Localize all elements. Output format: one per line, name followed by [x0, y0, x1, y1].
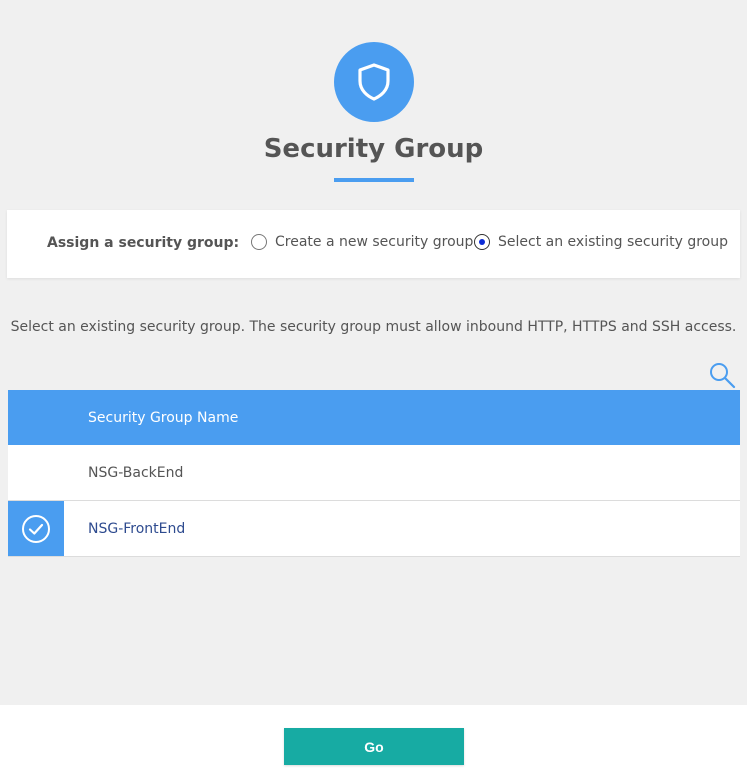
shield-icon [334, 42, 414, 122]
radio-button-select-existing[interactable] [474, 234, 490, 250]
row-name: NSG-BackEnd [88, 464, 184, 481]
assign-label: Assign a security group: [47, 235, 240, 251]
search-icon[interactable] [708, 361, 736, 389]
row-check-cell[interactable] [8, 501, 64, 556]
table-row[interactable]: NSG-FrontEnd [8, 501, 740, 557]
radio-label-create-new: Create a new security group [275, 234, 474, 250]
radio-button-create-new[interactable] [251, 234, 267, 250]
row-check-cell[interactable] [8, 445, 64, 500]
go-button[interactable]: Go [284, 728, 464, 765]
radio-label-select-existing: Select an existing security group [498, 234, 728, 250]
assign-security-group-card: Assign a security group: Create a new se… [7, 210, 740, 278]
radio-create-new-security-group[interactable]: Create a new security group [251, 234, 473, 250]
security-group-page: Security Group Assign a security group: … [0, 0, 747, 771]
checkmark-circle-icon [22, 514, 50, 543]
security-group-table: Security Group Name NSG-BackEnd NSG-Fron… [8, 390, 740, 557]
row-name: NSG-FrontEnd [88, 520, 186, 537]
instructions-text: Select an existing security group. The s… [10, 319, 737, 335]
column-header-security-group-name[interactable]: Security Group Name [8, 410, 238, 426]
page-title: Security Group [263, 134, 484, 164]
table-header: Security Group Name [8, 390, 740, 445]
table-row[interactable]: NSG-BackEnd [8, 445, 740, 501]
title-underline [334, 178, 414, 182]
radio-select-existing-security-group[interactable]: Select an existing security group [474, 234, 728, 250]
footer-bar: Go [0, 705, 747, 771]
